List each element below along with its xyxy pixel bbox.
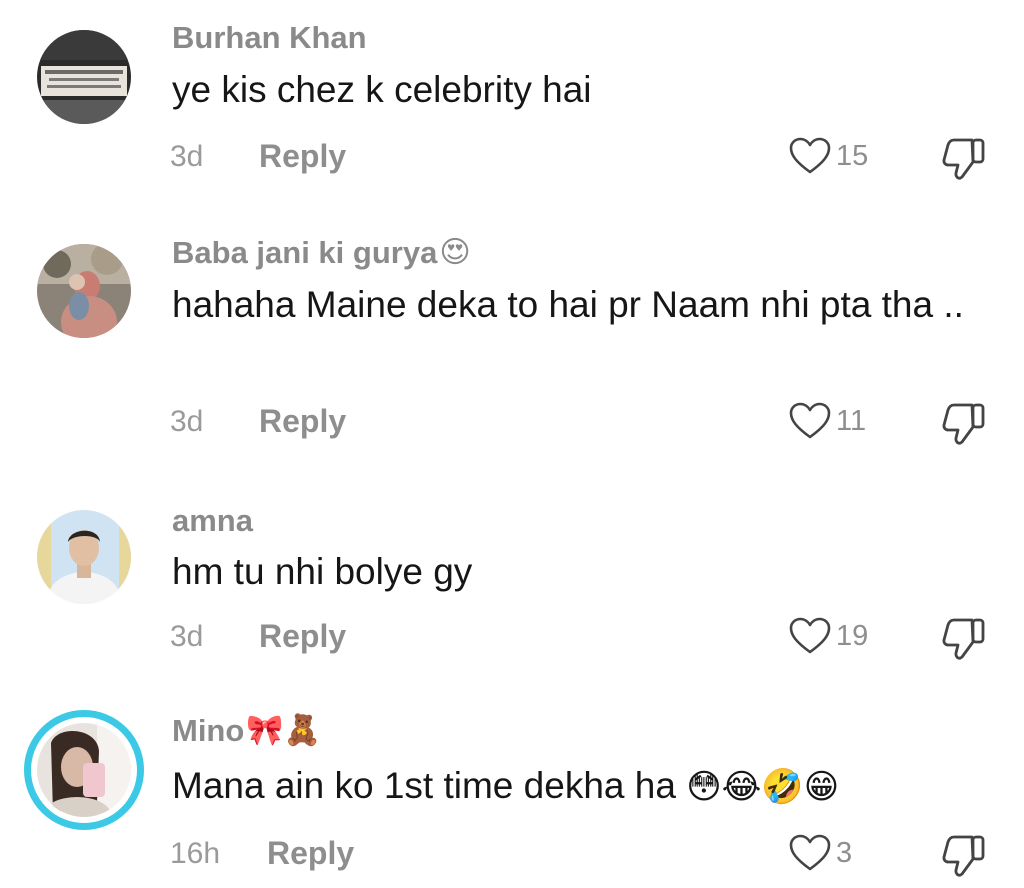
comment-text: ye kis chez k celebrity hai xyxy=(172,65,972,115)
comment-username[interactable]: Mino 🎀🧸 xyxy=(172,713,321,749)
thumbs-down-outline-icon xyxy=(942,835,985,877)
username-emoji: 😍 xyxy=(439,235,471,270)
dislike-button[interactable] xyxy=(940,134,990,182)
like-count: 19 xyxy=(836,619,869,652)
comment-username[interactable]: amna xyxy=(172,503,253,539)
username-text: amna xyxy=(172,503,253,538)
avatar[interactable] xyxy=(37,510,131,604)
comment-username[interactable]: Burhan Khan xyxy=(172,20,367,56)
reply-button[interactable]: Reply xyxy=(259,138,346,175)
avatar-image xyxy=(37,723,131,817)
avatar-image xyxy=(37,510,131,604)
comment-body: Mana ain ko 1st time dekha ha xyxy=(172,765,676,806)
username-text: Mino xyxy=(172,713,245,748)
thumbs-down-outline-icon xyxy=(942,138,985,180)
comment-time: 3d xyxy=(170,405,204,438)
avatar-image xyxy=(37,244,131,338)
like-button[interactable]: 3 xyxy=(788,833,852,873)
heart-outline-icon xyxy=(789,402,831,439)
comment-text: hahaha Maine deka to hai pr Naam nhi pta… xyxy=(172,280,972,330)
comment-emoji: 😳😂🤣😁 xyxy=(686,767,840,807)
heart-outline-icon xyxy=(789,834,831,871)
reply-button[interactable]: Reply xyxy=(259,403,346,440)
like-button[interactable]: 15 xyxy=(788,136,868,176)
username-emoji: 🎀🧸 xyxy=(246,713,322,748)
avatar-with-story-ring[interactable] xyxy=(24,710,144,830)
comment-text: Mana ain ko 1st time dekha ha 😳😂🤣😁 xyxy=(172,761,972,812)
heart-outline-icon xyxy=(789,137,831,174)
comment-time: 3d xyxy=(170,140,204,173)
dislike-button[interactable] xyxy=(940,831,990,879)
comment-item: Burhan Khan ye kis chez k celebrity hai … xyxy=(0,0,1024,215)
avatar[interactable] xyxy=(37,30,131,124)
heart-outline-icon xyxy=(789,617,831,654)
dislike-button[interactable] xyxy=(940,399,990,447)
dislike-button[interactable] xyxy=(940,614,990,662)
comment-item: Baba jani ki gurya 😍 hahaha Maine deka t… xyxy=(0,215,1024,477)
comment-username[interactable]: Baba jani ki gurya 😍 xyxy=(172,235,471,271)
username-text: Baba jani ki gurya xyxy=(172,235,438,270)
like-count: 11 xyxy=(836,404,867,437)
avatar-image xyxy=(37,30,131,124)
like-button[interactable]: 19 xyxy=(788,616,868,656)
avatar[interactable] xyxy=(37,244,131,338)
like-button[interactable]: 11 xyxy=(788,401,866,441)
thumbs-down-outline-icon xyxy=(942,618,985,660)
like-count: 15 xyxy=(836,139,869,172)
comment-time: 16h xyxy=(170,837,221,870)
reply-button[interactable]: Reply xyxy=(259,618,346,655)
thumbs-down-outline-icon xyxy=(942,403,985,445)
username-text: Burhan Khan xyxy=(172,20,367,55)
comment-item: amna hm tu nhi bolye gy 3d Reply 19 xyxy=(0,477,1024,689)
comment-body: hahaha Maine deka to hai pr Naam nhi pta… xyxy=(172,284,964,325)
like-count: 3 xyxy=(836,836,853,869)
comment-item: Mino 🎀🧸 Mana ain ko 1st time dekha ha 😳😂… xyxy=(0,689,1024,888)
comment-body: ye kis chez k celebrity hai xyxy=(172,69,592,110)
comment-body: hm tu nhi bolye gy xyxy=(172,551,473,592)
comment-text: hm tu nhi bolye gy xyxy=(172,547,972,597)
comment-time: 3d xyxy=(170,620,204,653)
reply-button[interactable]: Reply xyxy=(267,835,354,872)
